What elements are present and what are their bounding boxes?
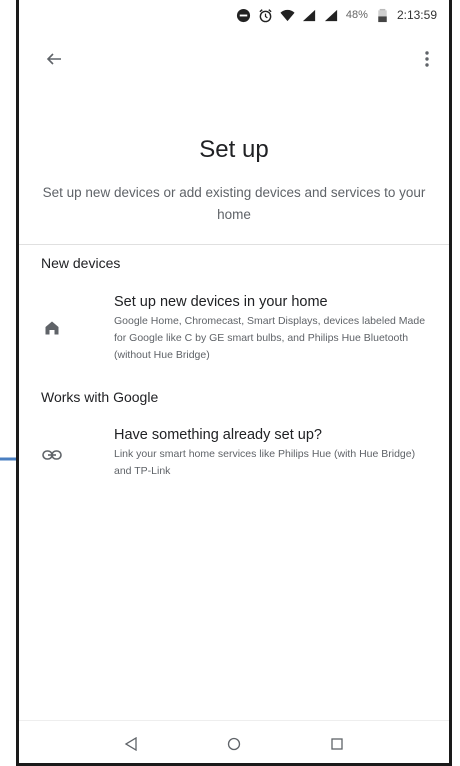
- more-options-button[interactable]: [415, 44, 439, 74]
- item-title: Set up new devices in your home: [114, 294, 328, 310]
- nav-home-icon: [227, 737, 241, 751]
- arrow-back-icon: [46, 53, 61, 65]
- item-description: Google Home, Chromecast, Smart Displays,…: [114, 315, 426, 361]
- cell-signal-icon-2: [324, 9, 338, 21]
- clock-time: 2:13:59: [396, 8, 437, 22]
- item-text: Have something already set up? Link your…: [114, 426, 435, 480]
- wifi-icon: [280, 9, 295, 21]
- battery-icon: [378, 8, 387, 22]
- more-vert-icon: [425, 51, 429, 67]
- link-services-item[interactable]: Have something already set up? Link your…: [19, 426, 449, 486]
- alarm-icon: [259, 8, 272, 22]
- item-text: Set up new devices in your home Google H…: [114, 293, 435, 364]
- item-description: Link your smart home services like Phili…: [114, 448, 416, 477]
- page-subtitle: Set up new devices or add existing devic…: [42, 185, 426, 222]
- nav-back-icon: [124, 737, 137, 751]
- nav-back-button[interactable]: [116, 729, 146, 759]
- navigation-bar: [19, 722, 449, 763]
- nav-recents-button[interactable]: [322, 729, 352, 759]
- header-divider: [19, 244, 449, 245]
- nav-recents-icon: [331, 738, 343, 750]
- nav-home-button[interactable]: [219, 729, 249, 759]
- page-title: Set up: [199, 136, 269, 163]
- nav-divider: [19, 720, 449, 721]
- item-title: Have something already set up?: [114, 427, 322, 443]
- section-header-works-with-google: Works with Google: [41, 389, 159, 405]
- cell-signal-icon: [302, 9, 316, 21]
- home-icon: [41, 317, 63, 339]
- phone-screen: 48% 2:13:59 Set up Set up new devices or…: [16, 0, 452, 766]
- status-bar: 48% 2:13:59: [19, 0, 449, 30]
- battery-percent: 48%: [345, 9, 368, 21]
- back-button[interactable]: [39, 44, 69, 74]
- screenshot: 48% 2:13:59 Set up Set up new devices or…: [0, 0, 460, 766]
- section-header-new-devices: New devices: [41, 255, 121, 271]
- link-icon: [41, 444, 63, 466]
- do-not-disturb-icon: [236, 8, 250, 22]
- set-up-new-devices-item[interactable]: Set up new devices in your home Google H…: [19, 293, 449, 373]
